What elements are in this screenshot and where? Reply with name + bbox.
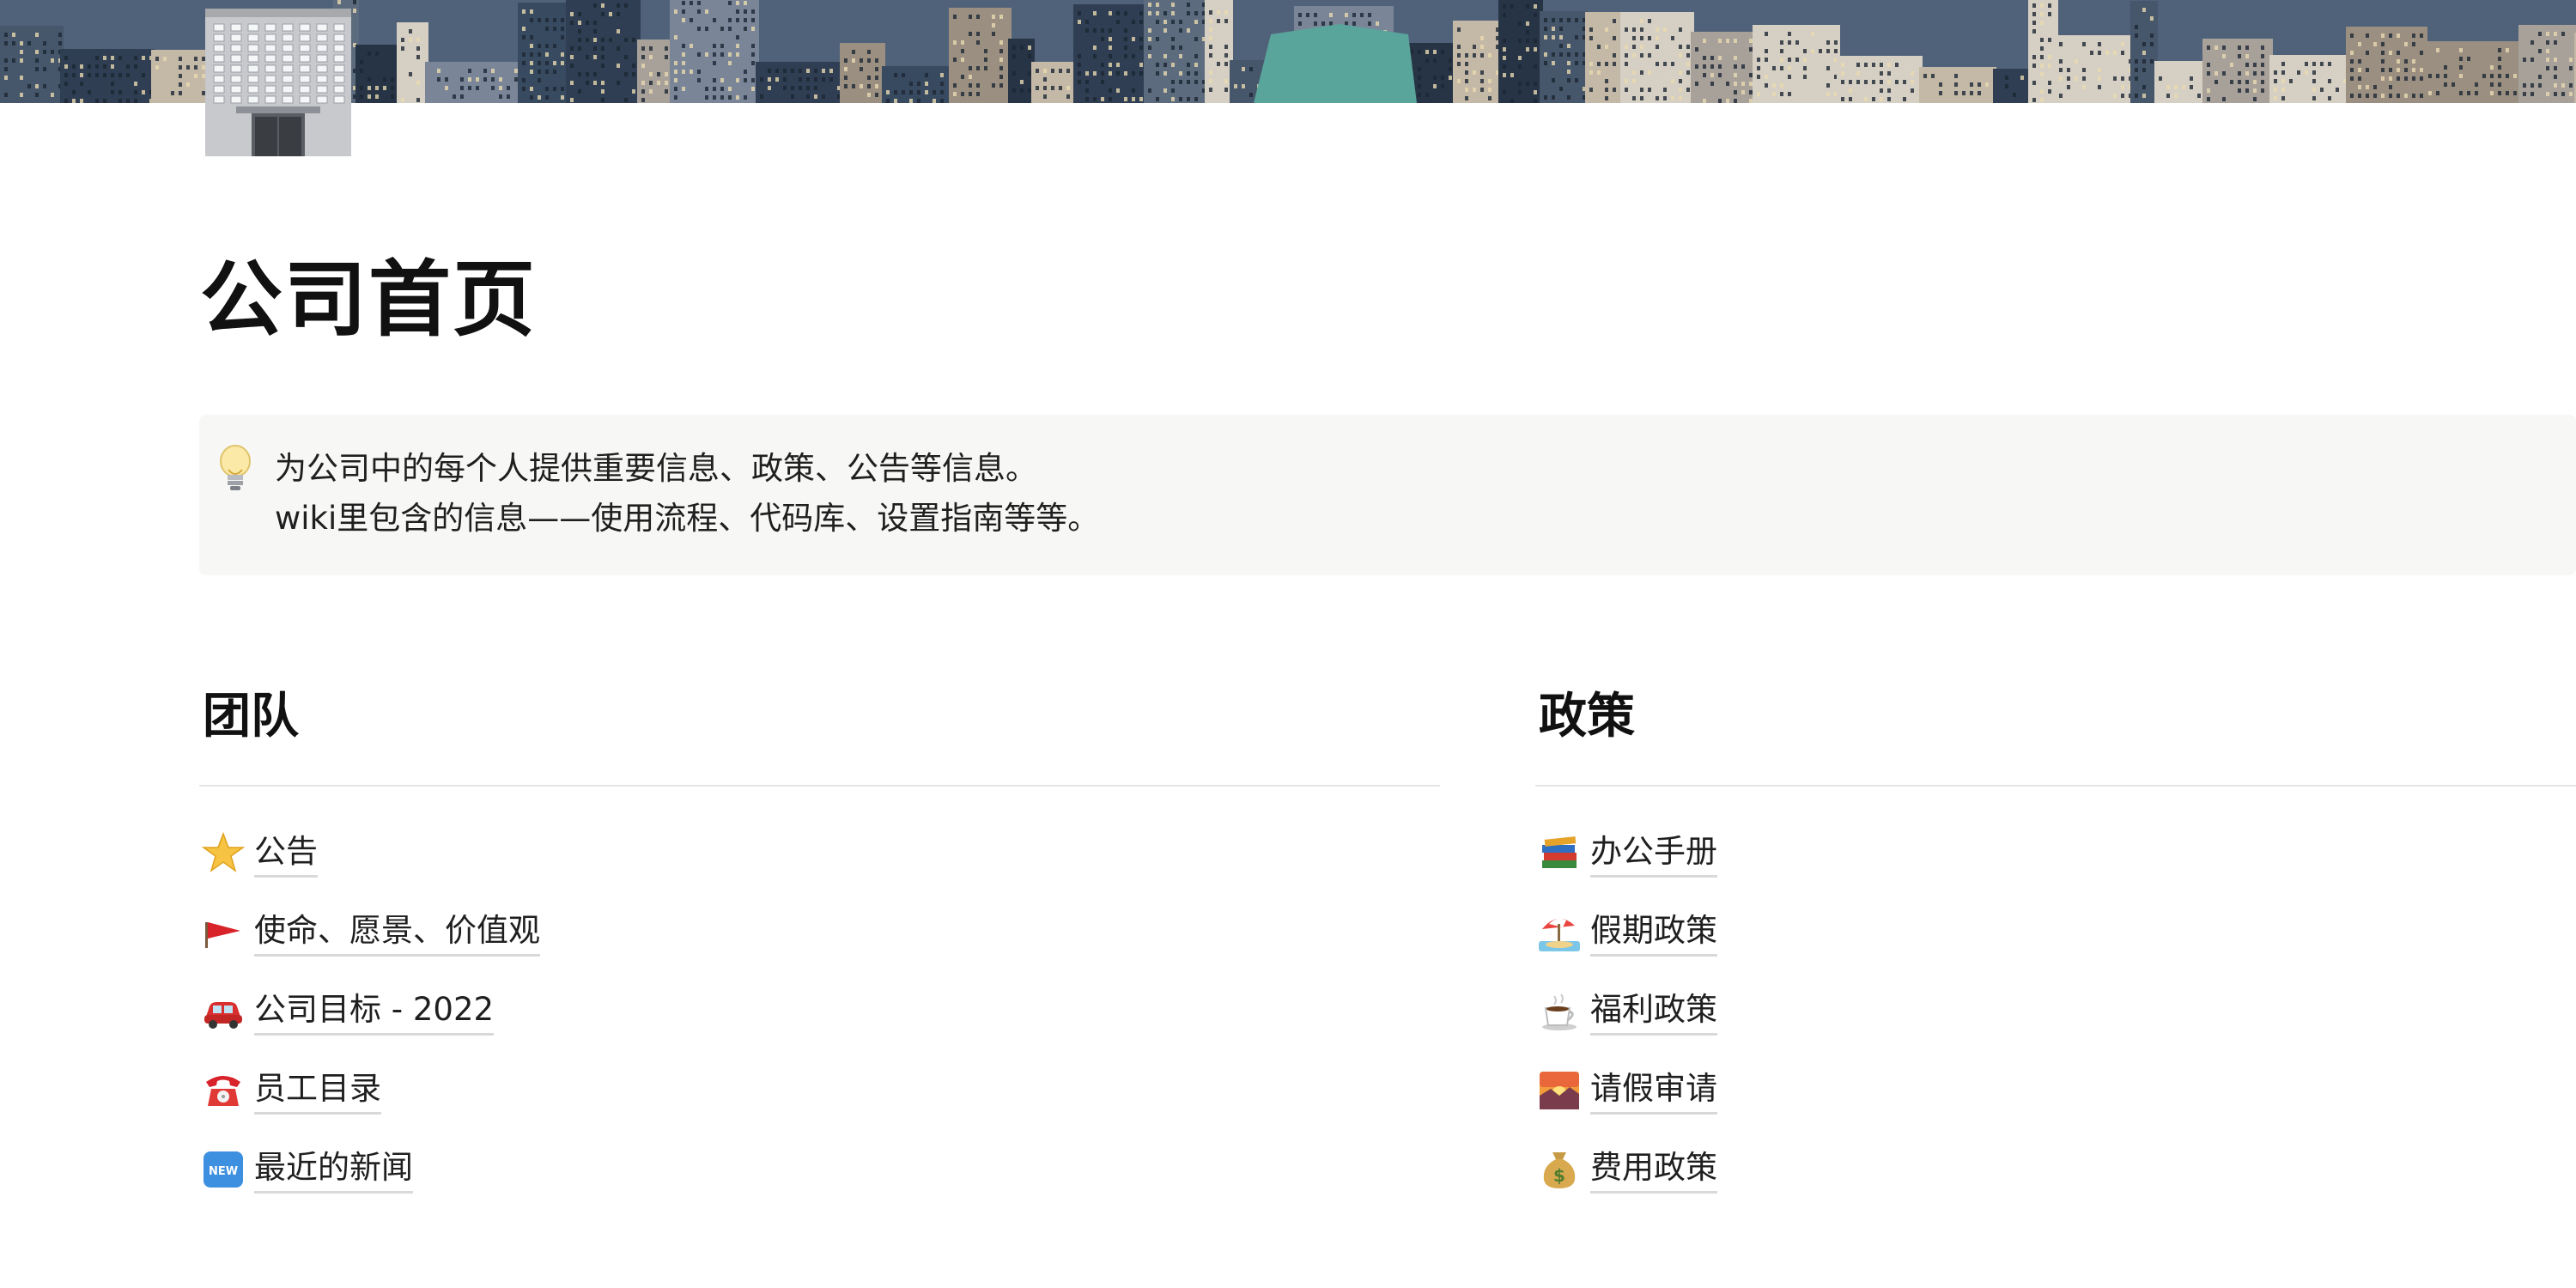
sunrise-icon (1537, 1068, 1582, 1113)
page-link-label[interactable]: 公告 (254, 830, 318, 878)
lightbulb-icon[interactable] (216, 444, 254, 492)
page-link-label[interactable]: 福利政策 (1590, 988, 1717, 1036)
page-link-label[interactable]: 使命、愿景、价值观 (254, 909, 540, 957)
team-column: 团队 公告 使命、愿景、价值观 公司目标 - 2022 员工目录 NEW 最近的… (199, 678, 1440, 1209)
svg-text:NEW: NEW (209, 1165, 238, 1178)
page-link-news[interactable]: NEW 最近的新闻 (199, 1130, 1440, 1209)
page-link-label[interactable]: 办公手册 (1590, 830, 1717, 878)
beach-umbrella-icon (1537, 910, 1582, 955)
office-building-icon[interactable] (202, 0, 355, 156)
telephone-icon (201, 1068, 246, 1113)
page-link-mission[interactable]: 使命、愿景、价值观 (199, 893, 1440, 972)
page-link-label[interactable]: 员工目录 (254, 1067, 381, 1115)
page-link-label[interactable]: 公司目标 - 2022 (254, 988, 495, 1036)
car-icon (201, 989, 246, 1034)
books-icon (1537, 831, 1582, 876)
page-link-handbook[interactable]: 办公手册 (1535, 814, 2576, 893)
cover-image[interactable] (0, 0, 2576, 103)
callout-block[interactable]: 为公司中的每个人提供重要信息、政策、公告等信息。 wiki里包含的信息——使用流… (199, 415, 2576, 575)
page-link-goals[interactable]: 公司目标 - 2022 (199, 972, 1440, 1051)
divider (199, 785, 1440, 787)
section-heading-team[interactable]: 团队 (199, 678, 1440, 756)
svg-text:$: $ (1553, 1165, 1565, 1186)
page-title[interactable]: 公司首页 (200, 242, 537, 358)
city-skyline-image (0, 0, 2576, 103)
page-link-directory[interactable]: 员工目录 (199, 1051, 1440, 1130)
hot-beverage-icon (1537, 989, 1582, 1034)
page-link-benefits[interactable]: 福利政策 (1535, 972, 2576, 1051)
callout-text: 为公司中的每个人提供重要信息、政策、公告等信息。 wiki里包含的信息——使用流… (275, 444, 1099, 544)
page-link-label[interactable]: 请假审请 (1590, 1067, 1717, 1115)
page-link-announcements[interactable]: 公告 (199, 814, 1440, 893)
red-flag-icon (201, 910, 246, 955)
callout-line: 为公司中的每个人提供重要信息、政策、公告等信息。 (275, 450, 1037, 487)
page-link-expenses[interactable]: $ 费用政策 (1535, 1130, 2576, 1209)
page-link-vacation[interactable]: 假期政策 (1535, 893, 2576, 972)
callout-line: wiki里包含的信息——使用流程、代码库、设置指南等等。 (275, 500, 1100, 537)
team-link-list: 公告 使命、愿景、价值观 公司目标 - 2022 员工目录 NEW 最近的新闻 (199, 814, 1440, 1209)
page-link-label[interactable]: 费用政策 (1590, 1146, 1717, 1194)
page-link-label[interactable]: 假期政策 (1590, 909, 1717, 957)
policy-column: 政策 办公手册 假期政策 福利政策 请假审请 $ 费用政策 (1535, 678, 2576, 1209)
money-bag-icon: $ (1537, 1147, 1582, 1192)
new-badge-icon: NEW (201, 1147, 246, 1192)
policy-link-list: 办公手册 假期政策 福利政策 请假审请 $ 费用政策 (1535, 814, 2576, 1209)
notion-page: 公司首页 为公司中的每个人提供重要信息、政策、公告等信息。 wiki里包含的信息… (0, 0, 2576, 1288)
page-link-label[interactable]: 最近的新闻 (254, 1146, 413, 1194)
page-link-leave[interactable]: 请假审请 (1535, 1051, 2576, 1130)
star-icon (201, 831, 246, 876)
divider (1535, 785, 2576, 787)
section-heading-policy[interactable]: 政策 (1535, 678, 2576, 756)
